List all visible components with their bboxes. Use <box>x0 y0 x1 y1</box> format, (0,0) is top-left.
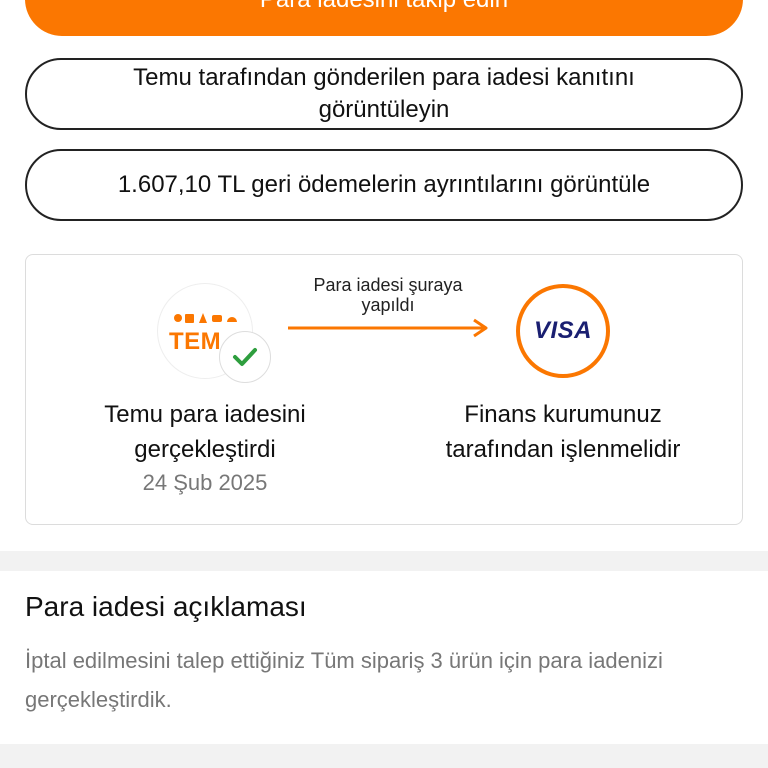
section-divider <box>0 551 768 571</box>
visa-wordmark: VISA <box>533 317 592 344</box>
refund-destination-label: Para iadesi şuraya yapıldı <box>313 275 463 315</box>
view-refund-proof-button[interactable]: Temu tarafından gönderilen para iadesi k… <box>25 58 743 130</box>
temu-wordmark: TEM <box>169 328 222 355</box>
refund-page: Para iadesini takip edin Temu tarafından… <box>0 0 768 768</box>
explanation-body: İptal edilmesini talep ettiğiniz Tüm sip… <box>25 648 663 712</box>
section-divider <box>0 744 768 768</box>
view-refund-details-label: 1.607,10 TL geri ödemelerin ayrıntıların… <box>117 171 651 198</box>
visa-logo: VISA <box>516 284 610 378</box>
view-refund-proof-label: Temu tarafından gönderilen para iadesi k… <box>133 64 635 123</box>
flow-arrow-icon <box>288 318 488 338</box>
receiver-caption: Finans kurumunuz tarafından işlenmelidir <box>445 401 681 463</box>
check-icon <box>219 331 271 383</box>
track-refund-button[interactable]: Para iadesini takip edin <box>25 0 743 36</box>
refund-date: 24 Şub 2025 <box>142 470 268 495</box>
track-refund-label: Para iadesini takip edin <box>260 0 508 14</box>
explanation-title: Para iadesi açıklaması <box>25 591 307 622</box>
view-refund-details-button[interactable]: 1.607,10 TL geri ödemelerin ayrıntıların… <box>25 149 743 221</box>
temu-logo-icons <box>172 310 242 330</box>
sender-caption: Temu para iadesini gerçekleştirdi <box>104 401 306 463</box>
